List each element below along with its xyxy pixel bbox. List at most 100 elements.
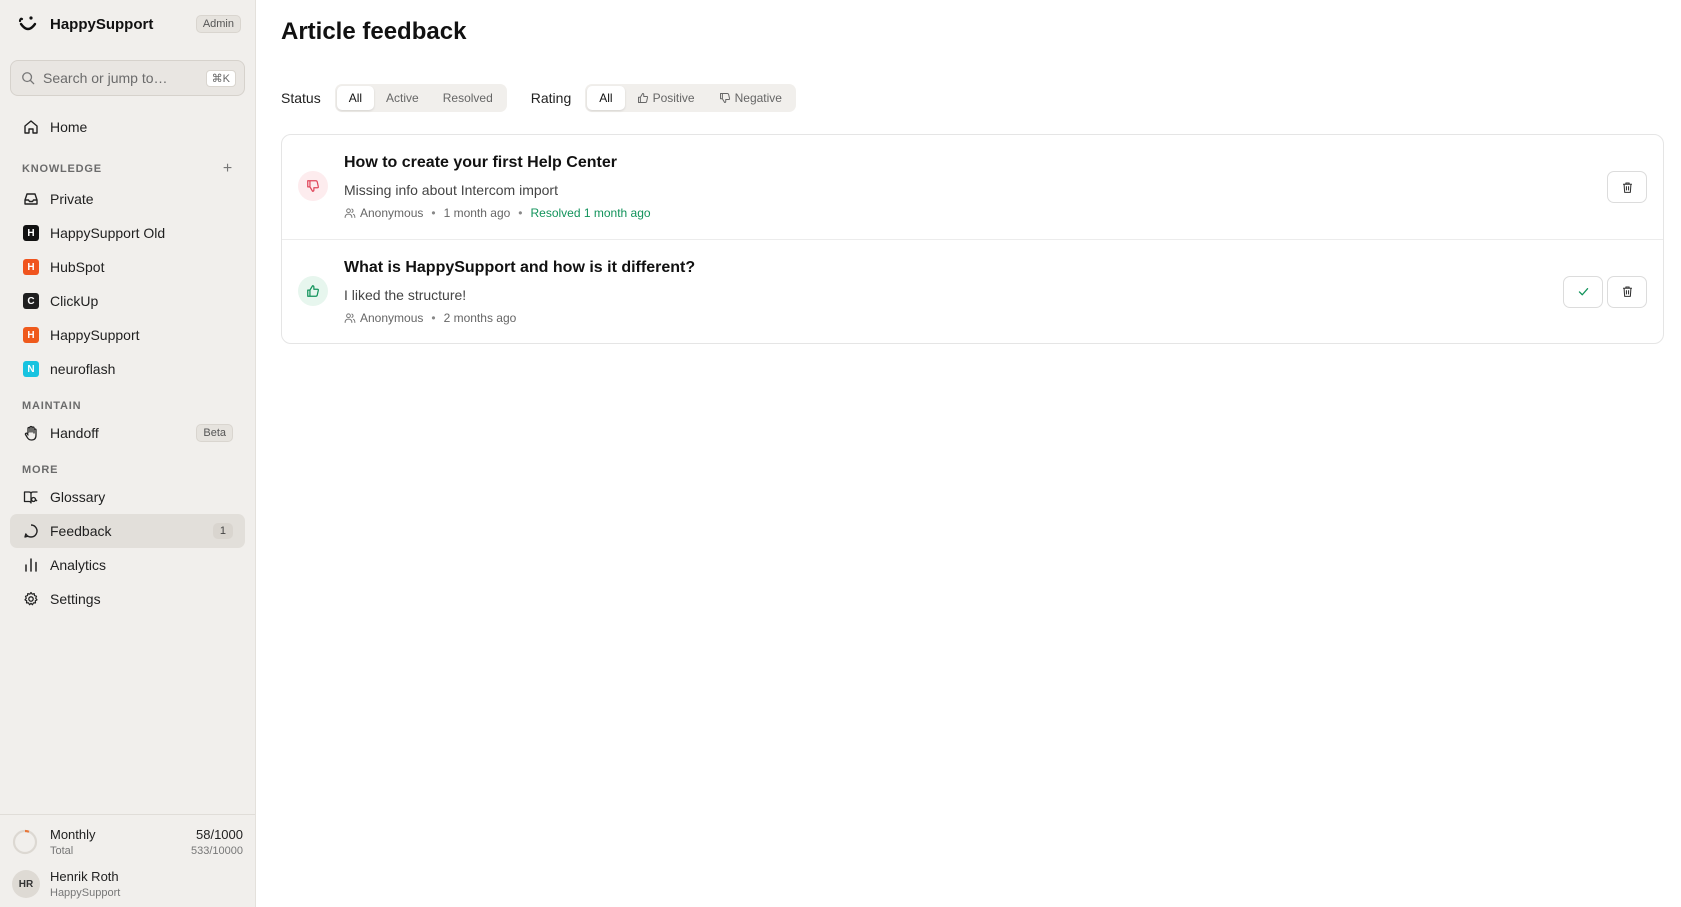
section-maintain-heading: MAINTAIN — [22, 400, 82, 412]
usage-value: 58/1000 — [196, 827, 243, 842]
sidebar-item-label: Handoff — [50, 425, 99, 441]
delete-button[interactable] — [1607, 171, 1647, 203]
usage-label: Monthly — [50, 827, 96, 842]
user-org: HappySupport — [50, 887, 121, 899]
hand-icon — [22, 424, 40, 442]
knowledge-base-icon: N — [23, 361, 39, 377]
thumbs-up-icon — [637, 93, 648, 103]
feedback-meta: Anonymous • 2 months ago — [344, 311, 1559, 325]
sidebar-item-label: neuroflash — [50, 361, 116, 377]
sidebar-footer: Monthly Total 58/1000 533/10000 HR Henri… — [0, 814, 255, 907]
feedback-row[interactable]: How to create your first Help Center Mis… — [282, 135, 1663, 239]
feedback-list: How to create your first Help Center Mis… — [281, 134, 1664, 344]
sidebar-item-label: HappySupport Old — [50, 225, 166, 241]
search-placeholder: Search or jump to… — [43, 70, 168, 86]
search-shortcut: ⌘K — [205, 69, 236, 87]
status-filter: All Active Resolved — [334, 84, 507, 112]
meta-separator: • — [431, 206, 436, 220]
beta-badge: Beta — [196, 424, 233, 442]
feedback-author: Anonymous — [360, 206, 424, 220]
main-content: Article feedback Status All Active Resol… — [256, 0, 1681, 907]
rating-filter-all[interactable]: All — [587, 86, 625, 110]
usage-progress-ring — [12, 829, 38, 855]
sidebar: HappySupport Admin Search or jump to… ⌘K… — [0, 0, 256, 907]
rating-filter-negative-label: Negative — [734, 91, 782, 105]
sidebar-item-label: Analytics — [50, 557, 107, 573]
sidebar-item-label: Feedback — [50, 523, 112, 539]
sidebar-item-label: HappySupport — [50, 327, 140, 343]
trash-icon — [1622, 286, 1632, 297]
knowledge-base-icon: H — [23, 225, 39, 241]
rating-filter: All Positive Negative — [585, 84, 796, 112]
feedback-article-title[interactable]: How to create your first Help Center — [344, 154, 1603, 172]
usage-subvalue: 533/10000 — [191, 845, 243, 857]
sidebar-item-happysupport[interactable]: H HappySupport — [10, 318, 245, 352]
section-more-heading: MORE — [22, 464, 59, 476]
sidebar-item-analytics[interactable]: Analytics — [10, 548, 245, 582]
user-name: Henrik Roth — [50, 869, 119, 884]
feedback-actions — [1603, 171, 1647, 203]
sidebar-item-settings[interactable]: Settings — [10, 582, 245, 616]
feedback-article-title[interactable]: What is HappySupport and how is it diffe… — [344, 259, 1559, 277]
section-knowledge: KNOWLEDGE + — [10, 160, 245, 178]
sidebar-item-glossary[interactable]: Glossary — [10, 480, 245, 514]
rating-filter-label: Rating — [530, 90, 572, 106]
filter-bar: Status All Active Resolved Rating All Po… — [281, 84, 1681, 112]
sidebar-item-happysupport-old[interactable]: H HappySupport Old — [10, 216, 245, 250]
delete-button[interactable] — [1607, 275, 1647, 308]
feedback-meta: Anonymous • 1 month ago • Resolved 1 mon… — [344, 206, 1603, 220]
sidebar-item-label: ClickUp — [50, 293, 99, 309]
sidebar-item-private[interactable]: Private — [10, 182, 245, 216]
sidebar-item-feedback[interactable]: Feedback 1 — [10, 514, 245, 548]
section-knowledge-heading: KNOWLEDGE — [22, 163, 102, 175]
nav-home[interactable]: Home — [10, 110, 245, 144]
sidebar-item-label: HubSpot — [50, 259, 105, 275]
book-icon — [22, 488, 40, 506]
resolve-button[interactable] — [1563, 275, 1603, 308]
usage-sublabel: Total — [50, 845, 74, 857]
meta-separator: • — [431, 310, 436, 325]
status-filter-all[interactable]: All — [336, 86, 375, 110]
trash-icon — [1622, 182, 1632, 193]
feedback-actions — [1559, 275, 1647, 308]
feedback-resolved-status: Resolved 1 month ago — [530, 206, 651, 220]
sidebar-item-handoff[interactable]: Handoff Beta — [10, 416, 245, 450]
home-icon — [22, 118, 40, 136]
bar-chart-icon — [22, 556, 40, 574]
sidebar-item-hubspot[interactable]: H HubSpot — [10, 250, 245, 284]
happysupport-logo-icon — [18, 16, 37, 31]
avatar: HR — [12, 870, 40, 898]
thumbs-down-icon — [719, 93, 730, 103]
feedback-comment: I liked the structure! — [344, 286, 467, 303]
section-maintain: MAINTAIN — [10, 400, 245, 412]
rating-filter-positive-label: Positive — [652, 91, 695, 105]
message-circle-icon — [22, 522, 40, 540]
sidebar-item-label: Settings — [50, 591, 101, 607]
feedback-comment: Missing info about Intercom import — [344, 182, 558, 198]
status-filter-resolved[interactable]: Resolved — [431, 86, 505, 110]
feedback-author: Anonymous — [360, 310, 424, 325]
meta-separator: • — [518, 206, 523, 220]
page-title: Article feedback — [281, 18, 467, 45]
feedback-row[interactable]: What is HappySupport and how is it diffe… — [282, 239, 1663, 343]
users-icon — [344, 312, 356, 323]
sidebar-item-label: Glossary — [50, 489, 106, 505]
users-icon — [344, 208, 356, 218]
user-profile[interactable]: HR Henrik Roth HappySupport — [0, 865, 255, 907]
search-input[interactable]: Search or jump to… ⌘K — [10, 60, 245, 96]
thumbs-up-icon — [298, 276, 328, 306]
sidebar-item-neuroflash[interactable]: N neuroflash — [10, 352, 245, 386]
sidebar-item-clickup[interactable]: C ClickUp — [10, 284, 245, 318]
status-filter-active[interactable]: Active — [374, 86, 431, 110]
inbox-icon — [22, 190, 40, 208]
add-knowledge-button[interactable]: + — [223, 160, 233, 178]
check-icon — [1578, 288, 1588, 296]
knowledge-base-icon: H — [23, 259, 39, 275]
feedback-time: 1 month ago — [443, 206, 511, 220]
rating-filter-positive[interactable]: Positive — [625, 86, 707, 110]
sidebar-item-label: Private — [50, 191, 94, 207]
section-more: MORE — [10, 464, 245, 476]
gear-icon — [22, 590, 40, 608]
rating-filter-negative[interactable]: Negative — [707, 86, 794, 110]
usage-meter: Monthly Total 58/1000 533/10000 — [0, 815, 255, 865]
